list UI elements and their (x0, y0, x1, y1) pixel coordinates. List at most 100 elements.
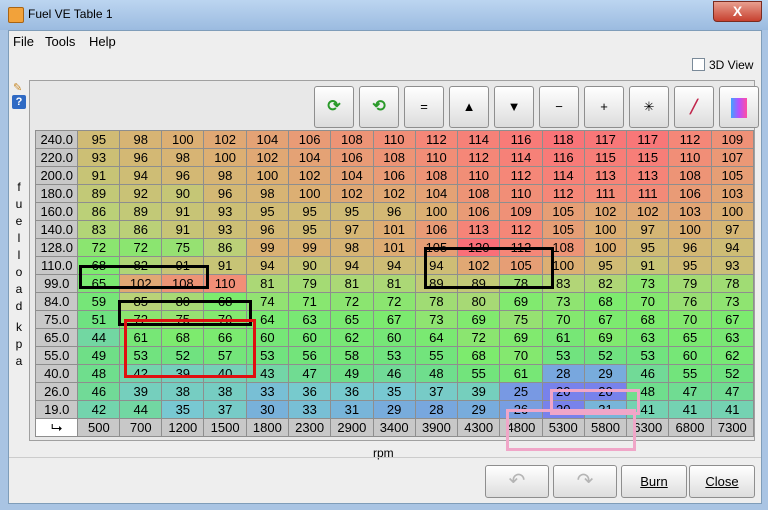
table-cell[interactable]: 70 (626, 292, 670, 311)
table-cell[interactable]: 83 (77, 220, 121, 239)
table-cell[interactable]: 102 (203, 130, 247, 149)
table-cell[interactable]: 91 (161, 220, 205, 239)
table-cell[interactable]: 100 (541, 256, 585, 275)
table-cell[interactable]: 70 (499, 346, 543, 365)
table-cell[interactable]: 61 (499, 364, 543, 383)
table-cell[interactable]: 63 (710, 328, 755, 347)
table-cell[interactable]: 91 (203, 256, 247, 275)
table-cell[interactable]: 112 (668, 130, 712, 149)
kpa-label[interactable]: 84.0 (34, 292, 79, 311)
table-cell[interactable]: 74 (245, 292, 289, 311)
table-cell[interactable]: 44 (77, 328, 121, 347)
subtract-button[interactable]: − (539, 86, 579, 128)
rpm-label[interactable]: 2300 (287, 418, 332, 437)
table-cell[interactable]: 63 (626, 328, 670, 347)
table-cell[interactable]: 62 (710, 346, 755, 365)
table-cell[interactable]: 102 (457, 256, 501, 275)
rpm-label[interactable]: 1200 (161, 418, 205, 437)
table-cell[interactable]: 53 (626, 346, 670, 365)
table-cell[interactable]: 110 (457, 166, 501, 185)
table-cell[interactable]: 53 (541, 346, 585, 365)
table-cell[interactable]: 89 (77, 184, 121, 203)
table-cell[interactable]: 93 (77, 148, 121, 167)
table-cell[interactable]: 91 (77, 166, 121, 185)
table-cell[interactable]: 68 (583, 292, 628, 311)
table-cell[interactable]: 95 (330, 202, 374, 221)
table-cell[interactable]: 102 (245, 148, 289, 167)
table-cell[interactable]: 58 (330, 346, 374, 365)
table-cell[interactable]: 110 (668, 148, 712, 167)
table-cell[interactable]: 44 (119, 400, 163, 419)
table-cell[interactable]: 98 (203, 166, 247, 185)
table-cell[interactable]: 28 (541, 364, 585, 383)
kpa-label[interactable]: 65.0 (34, 328, 79, 347)
table-cell[interactable]: 93 (710, 256, 755, 275)
table-cell[interactable]: 48 (414, 364, 459, 383)
table-cell[interactable]: 114 (457, 130, 501, 149)
table-cell[interactable]: 108 (457, 184, 501, 203)
rpm-label[interactable]: 4800 (499, 418, 543, 437)
table-cell[interactable]: 69 (499, 292, 543, 311)
table-cell[interactable]: 39 (457, 382, 501, 401)
table-cell[interactable]: 106 (668, 184, 712, 203)
table-cell[interactable]: 69 (499, 328, 543, 347)
table-cell[interactable]: 67 (372, 310, 416, 329)
table-cell[interactable]: 49 (330, 364, 374, 383)
table-cell[interactable]: 118 (541, 130, 585, 149)
table-cell[interactable]: 98 (245, 184, 289, 203)
table-cell[interactable]: 61 (541, 328, 585, 347)
table-cell[interactable]: 110 (203, 274, 247, 293)
rpm-label[interactable]: 2900 (330, 418, 374, 437)
rpm-label[interactable]: 4300 (457, 418, 501, 437)
rpm-label[interactable]: 1800 (245, 418, 289, 437)
table-cell[interactable]: 20 (541, 400, 585, 419)
kpa-label[interactable]: 220.0 (34, 148, 79, 167)
table-cell[interactable]: 72 (457, 328, 501, 347)
table-cell[interactable]: 46 (626, 364, 670, 383)
table-cell[interactable]: 60 (245, 328, 289, 347)
table-cell[interactable]: 61 (119, 328, 163, 347)
table-cell[interactable]: 90 (287, 256, 332, 275)
rpm-label[interactable]: 5800 (583, 418, 628, 437)
raise-button[interactable]: ▲ (449, 86, 489, 128)
table-cell[interactable]: 30 (245, 400, 289, 419)
lower-button[interactable]: ▼ (494, 86, 534, 128)
table-cell[interactable]: 67 (583, 310, 628, 329)
table-cell[interactable]: 91 (161, 256, 205, 275)
table-cell[interactable]: 117 (583, 130, 628, 149)
table-cell[interactable]: 111 (583, 184, 628, 203)
table-cell[interactable]: 100 (668, 220, 712, 239)
table-cell[interactable]: 89 (457, 274, 501, 293)
table-cell[interactable]: 100 (245, 166, 289, 185)
table-cell[interactable]: 37 (203, 400, 247, 419)
table-cell[interactable]: 101 (372, 238, 416, 257)
table-cell[interactable]: 114 (541, 166, 585, 185)
table-cell[interactable]: 80 (161, 292, 205, 311)
kpa-label[interactable]: 55.0 (34, 346, 79, 365)
rpm-label[interactable]: 500 (77, 418, 121, 437)
table-cell[interactable]: 114 (499, 148, 543, 167)
table-cell[interactable]: 103 (710, 184, 755, 203)
table-cell[interactable]: 29 (583, 364, 628, 383)
table-cell[interactable]: 102 (119, 274, 163, 293)
table-cell[interactable]: 33 (287, 400, 332, 419)
table-cell[interactable]: 89 (414, 274, 459, 293)
table-cell[interactable]: 72 (330, 292, 374, 311)
table-cell[interactable]: 20 (541, 382, 585, 401)
table-cell[interactable]: 31 (330, 400, 374, 419)
rpm-label[interactable]: 6800 (668, 418, 712, 437)
table-cell[interactable]: 68 (457, 346, 501, 365)
table-cell[interactable]: 111 (626, 184, 670, 203)
table-cell[interactable]: 102 (287, 166, 332, 185)
table-cell[interactable]: 37 (414, 382, 459, 401)
table-cell[interactable]: 41 (710, 400, 755, 419)
table-cell[interactable]: 63 (287, 310, 332, 329)
table-cell[interactable]: 97 (626, 220, 670, 239)
color-map-button[interactable] (719, 86, 759, 128)
table-cell[interactable]: 75 (161, 238, 205, 257)
table-cell[interactable]: 92 (119, 184, 163, 203)
table-cell[interactable]: 56 (287, 346, 332, 365)
kpa-label[interactable]: 180.0 (34, 184, 79, 203)
table-cell[interactable]: 110 (372, 130, 416, 149)
table-cell[interactable]: 69 (457, 310, 501, 329)
